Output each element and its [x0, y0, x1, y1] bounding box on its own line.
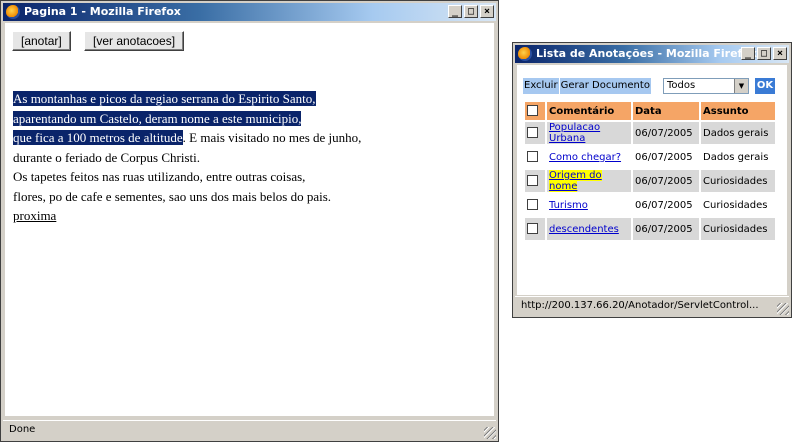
subject-cell: Curiosidades [701, 218, 775, 240]
date-cell: 06/07/2005 [633, 218, 699, 240]
maximize-icon[interactable]: □ [464, 5, 478, 18]
subject-cell: Curiosidades [701, 194, 775, 216]
table-row: Como chegar? 06/07/2005 Dados gerais [525, 146, 775, 168]
row-checkbox[interactable] [527, 175, 538, 187]
row-checkbox-cell [525, 218, 545, 240]
table-row: Origem do nome 06/07/2005 Curiosidades [525, 170, 775, 192]
subject-cell: Dados gerais [701, 122, 775, 144]
comment-cell: Populacao Urbana [547, 122, 631, 144]
annotations-window: Lista de Anotações - Mozilla Firefox _ □… [512, 42, 792, 318]
text-line-4: durante o feriado de Corpus Christi. [13, 149, 201, 165]
comment-link[interactable]: Como chegar? [549, 152, 621, 163]
filter-select[interactable]: Todos ▼ [663, 78, 749, 94]
proxima-link[interactable]: proxima [13, 208, 56, 223]
chevron-down-icon[interactable]: ▼ [734, 79, 748, 93]
ver-anotacoes-button[interactable]: [ver anotacoes] [84, 31, 185, 51]
comment-cell: Origem do nome [547, 170, 631, 192]
ann-status-bar: http://200.137.66.20/Anotador/ServletCon… [515, 296, 789, 315]
select-all-checkbox[interactable] [527, 105, 538, 117]
row-checkbox[interactable] [527, 199, 538, 211]
comment-link[interactable]: Populacao Urbana [549, 122, 600, 144]
row-checkbox[interactable] [527, 223, 538, 235]
firefox-icon [6, 5, 20, 19]
date-cell: 06/07/2005 [633, 194, 699, 216]
close-icon[interactable]: × [480, 5, 494, 18]
subject-cell: Curiosidades [701, 170, 775, 192]
row-checkbox-cell [525, 122, 545, 144]
column-header-date: Data [633, 102, 699, 120]
main-page-content: [anotar] [ver anotacoes] As montanhas e … [5, 23, 494, 416]
excluir-button[interactable]: Excluir [523, 78, 559, 94]
table-row: Turismo 06/07/2005 Curiosidades [525, 194, 775, 216]
minimize-icon[interactable]: _ [741, 47, 755, 60]
row-checkbox[interactable] [527, 151, 538, 163]
selected-text-line-2[interactable]: aparentando um Castelo, deram nome a est… [13, 110, 302, 126]
date-cell: 06/07/2005 [633, 122, 699, 144]
table-header-row: Comentário Data Assunto [525, 102, 775, 120]
comment-cell: descendentes [547, 218, 631, 240]
resize-grip-icon[interactable] [484, 427, 496, 439]
subject-cell: Dados gerais [701, 146, 775, 168]
main-window-title: Pagina 1 - Mozilla Firefox [24, 5, 181, 18]
ann-window-title: Lista de Anotações - Mozilla Firefox [536, 47, 757, 60]
ann-title-bar[interactable]: Lista de Anotações - Mozilla Firefox _ □… [515, 45, 789, 63]
comment-link[interactable]: Origem do nome [549, 170, 602, 192]
text-line-6: flores, po de cafe e sementes, sao uns d… [13, 188, 332, 204]
text-line-3-rest: . E mais visitado no mes de junho, [182, 130, 362, 145]
ann-toolbar: Excluir Gerar Documento [523, 77, 652, 95]
row-checkbox-cell [525, 194, 545, 216]
filter-select-value: Todos [667, 80, 696, 91]
page-paragraph: As montanhas e picos da regiao serrana d… [13, 89, 361, 226]
gerar-documento-button[interactable]: Gerar Documento [559, 78, 651, 94]
resize-grip-icon[interactable] [777, 303, 789, 315]
comment-link[interactable]: Turismo [549, 200, 588, 211]
text-line-5: Os tapetes feitos nas ruas utilizando, e… [13, 169, 306, 184]
date-cell: 06/07/2005 [633, 146, 699, 168]
selected-text-line-3[interactable]: que fica a 100 metros de altitude [13, 130, 183, 145]
column-header-subject: Assunto [701, 102, 775, 120]
row-checkbox-cell [525, 146, 545, 168]
row-checkbox[interactable] [527, 127, 538, 139]
ann-status-text: http://200.137.66.20/Anotador/ServletCon… [521, 300, 759, 311]
ok-button[interactable]: OK [755, 78, 775, 94]
date-cell: 06/07/2005 [633, 170, 699, 192]
anotar-button[interactable]: [anotar] [12, 31, 71, 51]
comment-cell: Como chegar? [547, 146, 631, 168]
comment-link[interactable]: descendentes [549, 224, 619, 235]
selected-text-line-1[interactable]: As montanhas e picos da regiao serrana d… [13, 91, 316, 106]
minimize-icon[interactable]: _ [448, 5, 462, 18]
main-status-text: Done [9, 424, 36, 435]
column-header-comment: Comentário [547, 102, 631, 120]
table-row: Populacao Urbana 06/07/2005 Dados gerais [525, 122, 775, 144]
main-status-bar: Done [3, 420, 496, 439]
maximize-icon[interactable]: □ [757, 47, 771, 60]
table-row: descendentes 06/07/2005 Curiosidades [525, 218, 775, 240]
close-icon[interactable]: × [773, 47, 787, 60]
comment-cell: Turismo [547, 194, 631, 216]
firefox-icon [518, 47, 532, 61]
row-checkbox-cell [525, 170, 545, 192]
main-browser-window: Pagina 1 - Mozilla Firefox _ □ × [anotar… [0, 0, 499, 442]
annotations-table: Comentário Data Assunto Populacao Urbana… [523, 100, 777, 242]
select-all-header[interactable] [525, 102, 545, 120]
main-title-bar[interactable]: Pagina 1 - Mozilla Firefox _ □ × [3, 3, 496, 21]
